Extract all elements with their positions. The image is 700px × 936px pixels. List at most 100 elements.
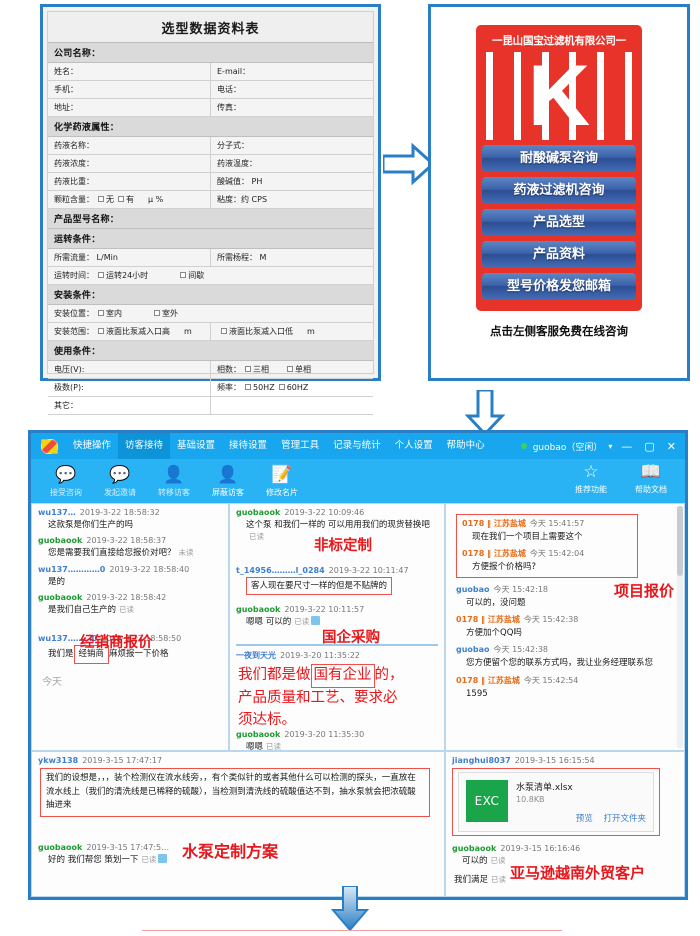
- form-label-particle: 颗粒含量：无有μ %: [48, 191, 211, 208]
- checkbox-60hz[interactable]: [279, 384, 285, 390]
- book-icon: 📖: [629, 461, 673, 483]
- form-label-viscosity: 粘度：约 CPS: [211, 191, 373, 208]
- toolbar-block-visitor[interactable]: 👤 屏蔽访客: [201, 464, 255, 498]
- checkbox-particle-yes[interactable]: [118, 196, 124, 202]
- menu-item-visitor-reception[interactable]: 访客接待: [118, 433, 170, 459]
- chat-message: 0178 ‖ 江苏盐城今天 15:42:54 1595: [456, 675, 678, 700]
- message-text: 嗯嗯 可以的: [246, 617, 291, 627]
- message-time: 今天 15:42:38: [524, 615, 578, 624]
- chat-message: guobaook2019-3-22 18:58:37 您是需要我们直接给您报价对…: [38, 536, 222, 559]
- message-sender: 0178 ‖ 江苏盐城: [456, 615, 520, 624]
- promo-button-filter-machine[interactable]: 药液过滤机咨询: [482, 177, 636, 204]
- chat-bubble-icon: 💬: [39, 464, 93, 486]
- form-label-email: E-mail：: [211, 63, 373, 80]
- message-time: 今天 15:42:38: [494, 645, 548, 654]
- promo-button-email-quote[interactable]: 型号价格发您邮箱: [482, 273, 636, 300]
- form-label-install-position: 安装位置：室内室外: [48, 305, 373, 322]
- menu-item-quick-ops[interactable]: 快捷操作: [66, 433, 118, 459]
- checkbox-run-24h[interactable]: [98, 272, 104, 278]
- excel-file-icon: EXC: [466, 780, 508, 822]
- toolbar-transfer-visitor[interactable]: 👤 转移访客: [147, 464, 201, 498]
- message-time: 2019-3-22 10:11:57: [284, 605, 364, 614]
- promo-button-product-selection[interactable]: 产品选型: [482, 209, 636, 236]
- emoji-icon: [158, 854, 167, 863]
- highlight-state-owned: 国有企业: [311, 664, 375, 688]
- chat-pane-bottom-right[interactable]: jianghui80372019-3-15 16:15:54 EXC 水泵清单.…: [446, 752, 684, 896]
- big-text-3: 产品质量和工艺、要求必: [238, 690, 398, 706]
- message-text: 我们满足: [454, 875, 488, 885]
- file-attachment-card[interactable]: EXC 水泵清单.xlsx 10.8KB 预览 打开文件夹: [458, 772, 654, 832]
- toolbar-recommended-features[interactable]: ☆ 推荐功能: [569, 461, 613, 495]
- message-time: 2019-3-15 16:15:54: [515, 756, 595, 765]
- menu-item-help-center[interactable]: 帮助中心: [440, 433, 492, 459]
- chat-pane-bottom-left[interactable]: ykw31382019-3-15 17:47:17 我们的设想是，，，装个检测仪…: [32, 752, 444, 896]
- emoji-icon: [311, 616, 320, 625]
- form-row: 安装范围：液面比泵减入口高m 液面比泵减入口低m: [48, 323, 373, 341]
- checkbox-level-higher[interactable]: [98, 328, 104, 334]
- message-sender: guobaook: [38, 536, 82, 545]
- message-text: 好的 我们帮您 策划一下: [48, 855, 138, 865]
- freq-label: 频率：: [217, 383, 241, 392]
- chat-message: guobaook2019-3-20 11:35:30 嗯嗯已读: [236, 730, 364, 750]
- checkbox-indoor[interactable]: [98, 310, 104, 316]
- chat-message: 一夜到天光2019-3-20 11:35:22: [236, 650, 360, 661]
- chat-pane-middle-top[interactable]: guobaook2019-3-22 10:09:46 这个泵 和我们一样的 可以…: [230, 504, 444, 750]
- particle-unit: μ %: [148, 195, 163, 204]
- form-label-temperature: 药液温度：: [211, 155, 373, 172]
- install-range-label: 安装范围：: [54, 327, 94, 336]
- menu-item-records-stats[interactable]: 记录与统计: [326, 433, 388, 459]
- message-text: 嗯嗯: [246, 742, 263, 750]
- edit-card-icon: 📝: [255, 464, 309, 486]
- menu-item-management-tools[interactable]: 管理工具: [274, 433, 326, 459]
- highlight-pump-custom-plan: 我们的设想是，，，装个检测仪在流水线旁，，有个类似针的或者其他什么可以检测的探头…: [40, 768, 430, 817]
- form-label-liquid-name: 药液名称：: [48, 137, 211, 154]
- menu-item-basic-settings[interactable]: 基础设置: [170, 433, 222, 459]
- toolbar-help-docs[interactable]: 📖 帮助文档: [629, 461, 673, 495]
- checkbox-run-intermittent[interactable]: [180, 272, 186, 278]
- checkbox-outdoor[interactable]: [154, 310, 160, 316]
- form-title: 选型数据资料表: [48, 12, 373, 43]
- message-body: 客人现在要尺寸一样的但是不贴牌的: [236, 575, 438, 595]
- checkbox-single-phase[interactable]: [287, 366, 293, 372]
- runtime-label: 运转时间：: [54, 271, 94, 280]
- form-row: 安装位置：室内室外: [48, 305, 373, 323]
- outdoor-label: 室外: [162, 309, 178, 318]
- form-label-install-range-low: 液面比泵减入口低m: [211, 323, 373, 340]
- checkbox-50hz[interactable]: [245, 384, 251, 390]
- toolbar-initiate-invite[interactable]: 💬 发起邀请: [93, 464, 147, 498]
- checkbox-particle-none[interactable]: [98, 196, 104, 202]
- account-label[interactable]: guobao（空闲）: [533, 440, 603, 453]
- selection-data-form-card: 选型数据资料表 公司名称： 姓名： E-mail： 手机： 电话： 地址： 传真…: [40, 4, 381, 381]
- message-time: 2019-3-15 17:47:5…: [86, 843, 169, 852]
- hz60-label: 60HZ: [287, 383, 309, 392]
- form-label-other: 其它：: [48, 397, 211, 414]
- chevron-down-icon[interactable]: ▾: [608, 442, 612, 451]
- checkbox-level-lower[interactable]: [221, 328, 227, 334]
- form-label-particle-text: 颗粒含量：: [54, 195, 94, 204]
- file-open-folder-link[interactable]: 打开文件夹: [603, 814, 646, 824]
- minimize-button[interactable]: —: [618, 441, 635, 452]
- close-button[interactable]: ✕: [664, 441, 679, 452]
- scrollbar-vertical[interactable]: [677, 506, 683, 748]
- menu-item-personal-settings[interactable]: 个人设置: [388, 433, 440, 459]
- promo-button-product-info[interactable]: 产品资料: [482, 241, 636, 268]
- chat-pane-right[interactable]: 0178 ‖ 江苏盐城今天 15:41:57 现在我们一个项目上需要这个 017…: [446, 504, 684, 750]
- checkbox-three-phase[interactable]: [245, 366, 251, 372]
- chat-message: guobaook2019-3-22 10:11:57 嗯嗯 可以的已读: [236, 605, 438, 628]
- big-text-1: 我们都是做: [238, 667, 311, 683]
- form-label-phone: 电话：: [211, 81, 373, 98]
- toolbar-edit-card[interactable]: 📝 修改名片: [255, 464, 309, 498]
- chat-bubble-arrow-icon: 💬: [93, 464, 147, 486]
- toolbar-accept-consult[interactable]: 💬 接受咨询: [39, 464, 93, 498]
- hz50-label: 50HZ: [253, 383, 275, 392]
- logo-letter-k: K: [482, 52, 636, 140]
- chat-pane-left[interactable]: wu137…2019-3-22 18:58:32 这款泵是你们生产的吗 guob…: [32, 504, 228, 750]
- message-time: 2019-3-22 18:58:42: [86, 593, 166, 602]
- app-menubar: 快捷操作 访客接待 基础设置 接待设置 管理工具 记录与统计 个人设置 帮助中心…: [31, 433, 685, 459]
- file-preview-link[interactable]: 预览: [576, 814, 593, 824]
- promo-button-acid-pump[interactable]: 耐酸碱泵咨询: [482, 145, 636, 172]
- form-row: 极数(P): 频率：50HZ60HZ: [48, 379, 373, 397]
- form-row: 运转时间：运转24小时间歇: [48, 267, 373, 285]
- menu-item-reception-settings[interactable]: 接待设置: [222, 433, 274, 459]
- maximize-button[interactable]: ▢: [641, 441, 657, 452]
